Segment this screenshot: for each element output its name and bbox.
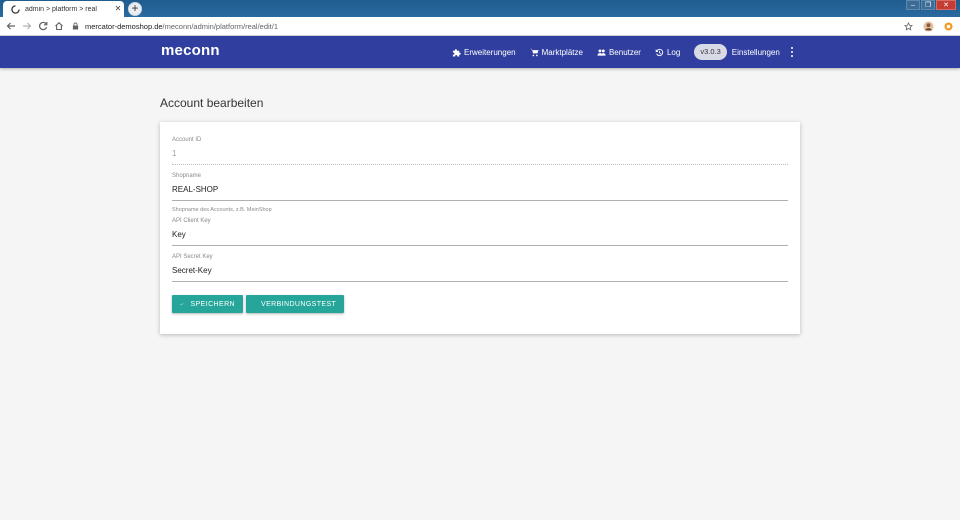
api-client-key-input[interactable]: Key (172, 230, 788, 239)
reload-icon (39, 21, 48, 31)
nav-item-benutzer[interactable]: Benutzer (597, 48, 641, 57)
app-logo[interactable]: meconn (161, 42, 220, 59)
api-client-key-underline (172, 245, 788, 246)
home-button[interactable] (51, 18, 67, 34)
nav-item-label: Erweiterungen (464, 47, 516, 57)
url-host: mercator-demoshop.de (85, 21, 163, 31)
more-vert-icon (790, 47, 793, 49)
cart-icon (530, 48, 539, 56)
save-button[interactable]: SPEICHERN (172, 295, 243, 313)
forward-button[interactable] (19, 18, 35, 34)
browser-toolbar: mercator-demoshop.de/meconn/admin/platfo… (0, 17, 960, 36)
lock-icon (72, 22, 80, 31)
nav-item-einstellungen[interactable]: Einstellungen (732, 48, 780, 57)
home-icon (55, 22, 63, 31)
browser-tab[interactable]: admin > platform > real ✕ (3, 1, 124, 17)
restore-button[interactable]: ❐ (921, 0, 935, 10)
url-path: /meconn/admin/platform/real/edit/1 (162, 21, 279, 31)
profile-avatar[interactable] (920, 18, 936, 34)
account-form-card: Account ID 1 Shopname REAL-SHOP Shopname… (160, 122, 800, 334)
account-id-input: 1 (172, 149, 177, 158)
shopname-label: Shopname (172, 173, 202, 179)
browser-tab-strip: admin > platform > real ✕ + – ❐ ✕ (0, 0, 960, 17)
app-bar: meconn Erweiterungen Marktplätze Benutze… (0, 36, 960, 68)
connection-test-button[interactable]: VERBINDUNGSTEST (246, 295, 344, 313)
account-id-field: Account ID 1 (172, 137, 788, 165)
arrow-right-icon (23, 22, 32, 30)
check-icon (180, 302, 184, 306)
back-button[interactable] (3, 18, 19, 34)
api-client-key-field[interactable]: API Client Key Key (172, 218, 788, 246)
account-id-underline (172, 164, 788, 165)
extension-icon[interactable] (940, 18, 956, 34)
nav-item-marktplaetze[interactable]: Marktplätze (530, 48, 583, 57)
page-title: Account bearbeiten (160, 96, 264, 110)
nav-item-erweiterungen[interactable]: Erweiterungen (452, 48, 516, 57)
main-navigation: Erweiterungen Marktplätze Benutzer Log v… (452, 36, 798, 68)
tab-close-icon[interactable]: ✕ (112, 5, 124, 13)
address-bar[interactable]: mercator-demoshop.de/meconn/admin/platfo… (72, 18, 922, 34)
api-client-key-label: API Client Key (172, 218, 211, 224)
nav-item-label: Benutzer (608, 47, 641, 57)
minimize-button[interactable]: – (906, 0, 920, 10)
api-secret-key-input[interactable]: Secret-Key (172, 266, 788, 275)
nav-item-label: Marktplätze (541, 47, 583, 57)
form-actions: SPEICHERN VERBINDUNGSTEST (172, 295, 347, 313)
shopname-hint: Shopname des Accounts, z.B. MeinShop (172, 207, 272, 213)
nav-item-log[interactable]: Log (655, 48, 680, 57)
connection-test-button-label: VERBINDUNGSTEST (261, 300, 337, 308)
history-icon (655, 48, 664, 56)
tab-title: admin > platform > real (25, 5, 97, 13)
version-badge: v3.0.3 (694, 44, 727, 60)
new-tab-button[interactable]: + (128, 2, 142, 16)
nav-item-label: Log (666, 47, 681, 57)
close-window-button[interactable]: ✕ (936, 0, 956, 10)
window-controls: – ❐ ✕ (905, 0, 956, 10)
puzzle-icon (452, 48, 461, 57)
shopname-field[interactable]: Shopname REAL-SHOP Shopname des Accounts… (172, 173, 788, 213)
api-secret-key-field[interactable]: API Secret Key Secret-Key (172, 254, 788, 282)
shopname-underline (172, 200, 788, 201)
api-secret-key-label: API Secret Key (172, 254, 213, 260)
bookmark-star-icon[interactable] (900, 18, 916, 34)
save-button-label: SPEICHERN (190, 300, 235, 308)
url-text: mercator-demoshop.de/meconn/admin/platfo… (85, 22, 278, 31)
api-secret-key-underline (172, 281, 788, 282)
nav-item-label: Einstellungen (731, 47, 780, 57)
shopname-input[interactable]: REAL-SHOP (172, 185, 788, 194)
people-icon (597, 48, 606, 56)
more-vert-dot (790, 55, 793, 57)
more-menu-button[interactable] (786, 44, 798, 60)
reload-button[interactable] (35, 18, 51, 34)
loading-icon (11, 4, 20, 14)
arrow-left-icon (6, 22, 15, 30)
account-id-label: Account ID (172, 137, 202, 143)
more-vert-dot (790, 51, 793, 53)
